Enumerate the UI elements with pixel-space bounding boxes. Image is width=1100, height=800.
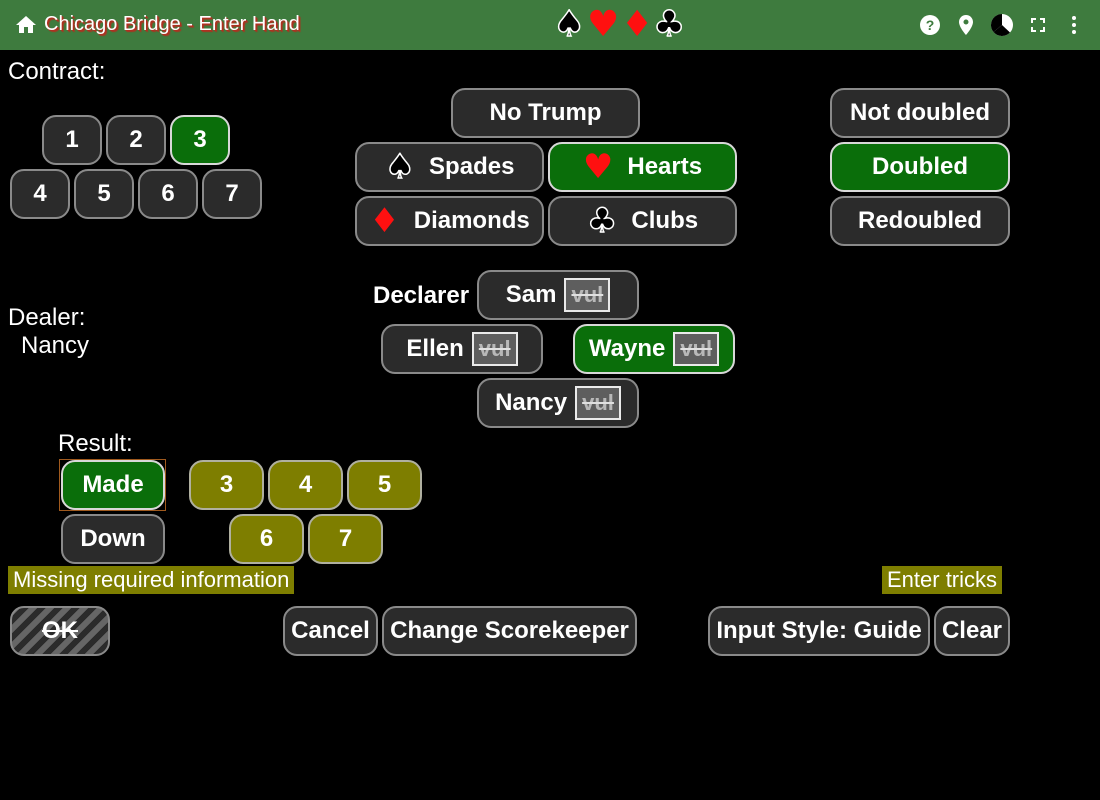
player-nancy-button[interactable]: Nancy vul — [477, 378, 639, 428]
spade-icon: ♠ — [384, 147, 416, 187]
vulnerable-badge: vul — [575, 386, 621, 420]
app-bar: Chicago Bridge - Enter Hand ♠ ♥ ♦ ♣ ? — [0, 0, 1100, 50]
location-icon[interactable] — [954, 13, 978, 37]
contract-label: Contract: — [8, 58, 106, 85]
dealer-name: Nancy — [21, 332, 90, 359]
heart-icon: ♥ — [587, 4, 620, 45]
fullscreen-icon[interactable] — [1026, 13, 1050, 37]
vulnerable-badge: vul — [471, 332, 518, 366]
club-icon: ♣ — [652, 4, 686, 46]
level-1-button[interactable]: 1 — [42, 115, 102, 165]
help-icon[interactable]: ? — [918, 13, 942, 37]
declarer-label: Declarer — [373, 282, 470, 309]
svg-text:?: ? — [926, 17, 935, 33]
pie-chart-icon[interactable] — [990, 13, 1014, 37]
vulnerable-badge: vul — [673, 332, 720, 366]
level-2-button[interactable]: 2 — [106, 115, 166, 165]
player-wayne-button[interactable]: Wayne vul — [573, 324, 735, 374]
result-label: Result: — [58, 430, 133, 457]
app-title: Chicago Bridge - Enter Hand — [44, 13, 300, 35]
player-sam-button[interactable]: Sam vul — [477, 270, 639, 320]
player-name: Ellen — [406, 335, 464, 362]
home-icon[interactable] — [14, 13, 38, 37]
level-5-button[interactable]: 5 — [74, 169, 134, 219]
tricks-3-button[interactable]: 3 — [189, 460, 264, 510]
hearts-label: Hearts — [627, 153, 703, 180]
tricks-4-button[interactable]: 4 — [268, 460, 343, 510]
diamonds-button[interactable]: ♦ Diamonds — [355, 196, 544, 246]
clear-button[interactable]: Clear — [934, 606, 1010, 656]
player-ellen-button[interactable]: Ellen vul — [381, 324, 543, 374]
player-name: Sam — [505, 281, 557, 308]
status-message: Missing required information — [8, 566, 295, 594]
cancel-button[interactable]: Cancel — [283, 606, 378, 656]
spade-icon: ♠ — [552, 4, 586, 46]
no-trump-button[interactable]: No Trump — [451, 88, 640, 138]
level-6-button[interactable]: 6 — [138, 169, 198, 219]
input-style-button[interactable]: Input Style: Guide — [708, 606, 930, 656]
level-4-button[interactable]: 4 — [10, 169, 70, 219]
redoubled-button[interactable]: Redoubled — [830, 196, 1010, 246]
heart-icon: ♥ — [582, 147, 614, 187]
level-3-button[interactable]: 3 — [170, 115, 230, 165]
more-vert-icon[interactable] — [1062, 13, 1086, 37]
diamond-icon: ♦ — [369, 201, 400, 241]
vulnerable-badge: vul — [564, 278, 611, 312]
clubs-button[interactable]: ♣ Clubs — [548, 196, 737, 246]
spades-label: Spades — [429, 153, 515, 180]
diamonds-label: Diamonds — [413, 207, 530, 234]
no-trump-label: No Trump — [489, 99, 602, 126]
hearts-button[interactable]: ♥ Hearts — [548, 142, 737, 192]
dealer-label: Dealer: — [8, 304, 86, 331]
made-button[interactable]: Made — [61, 460, 165, 510]
club-icon: ♣ — [586, 201, 618, 241]
spades-button[interactable]: ♠ Spades — [355, 142, 544, 192]
level-7-button[interactable]: 7 — [202, 169, 262, 219]
tricks-6-button[interactable]: 6 — [229, 514, 304, 564]
ok-button[interactable]: OK — [10, 606, 110, 656]
tricks-7-button[interactable]: 7 — [308, 514, 383, 564]
doubled-button[interactable]: Doubled — [830, 142, 1010, 192]
clubs-label: Clubs — [631, 207, 699, 234]
change-scorekeeper-button[interactable]: Change Scorekeeper — [382, 606, 637, 656]
not-doubled-button[interactable]: Not doubled — [830, 88, 1010, 138]
player-name: Wayne — [588, 335, 666, 362]
tricks-5-button[interactable]: 5 — [347, 460, 422, 510]
player-name: Nancy — [495, 389, 568, 416]
down-button[interactable]: Down — [61, 514, 165, 564]
diamond-icon: ♦ — [621, 4, 654, 45]
hint-message: Enter tricks — [882, 566, 1003, 594]
